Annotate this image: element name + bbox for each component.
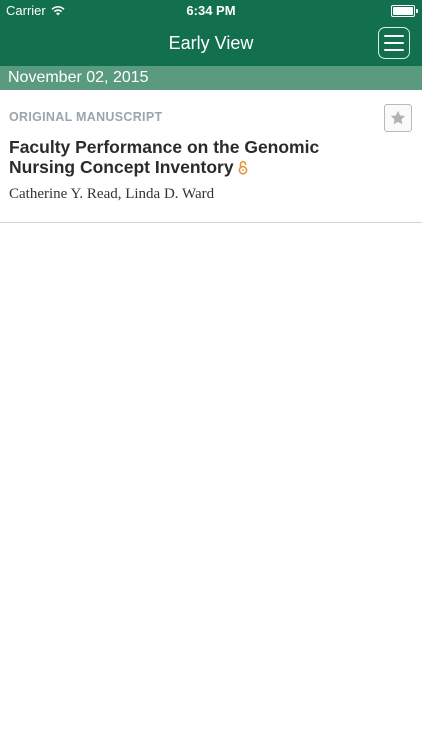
menu-line-icon bbox=[384, 35, 404, 37]
status-bar: Carrier 6:34 PM bbox=[0, 0, 422, 22]
article-category: ORIGINAL MANUSCRIPT bbox=[9, 110, 163, 124]
favorite-button[interactable] bbox=[384, 104, 412, 132]
article-list-item[interactable]: ORIGINAL MANUSCRIPT Faculty Performance … bbox=[0, 90, 422, 223]
star-icon bbox=[390, 110, 406, 125]
date-section-header: November 02, 2015 bbox=[0, 66, 422, 90]
navigation-bar: Early View bbox=[0, 22, 422, 66]
battery-icon bbox=[391, 5, 418, 17]
clock: 6:34 PM bbox=[186, 3, 236, 18]
open-lock-icon bbox=[238, 160, 248, 175]
menu-line-icon bbox=[384, 42, 404, 44]
menu-button[interactable] bbox=[378, 27, 410, 59]
page-title: Early View bbox=[168, 33, 254, 53]
section-date: November 02, 2015 bbox=[8, 69, 149, 86]
article-authors: Catherine Y. Read, Linda D. Ward bbox=[9, 186, 215, 202]
menu-line-icon bbox=[384, 49, 404, 51]
article-title[interactable]: Faculty Performance on the Genomic Nursi… bbox=[9, 137, 319, 177]
article-title-block[interactable]: Faculty Performance on the Genomic Nursi… bbox=[9, 137, 359, 177]
